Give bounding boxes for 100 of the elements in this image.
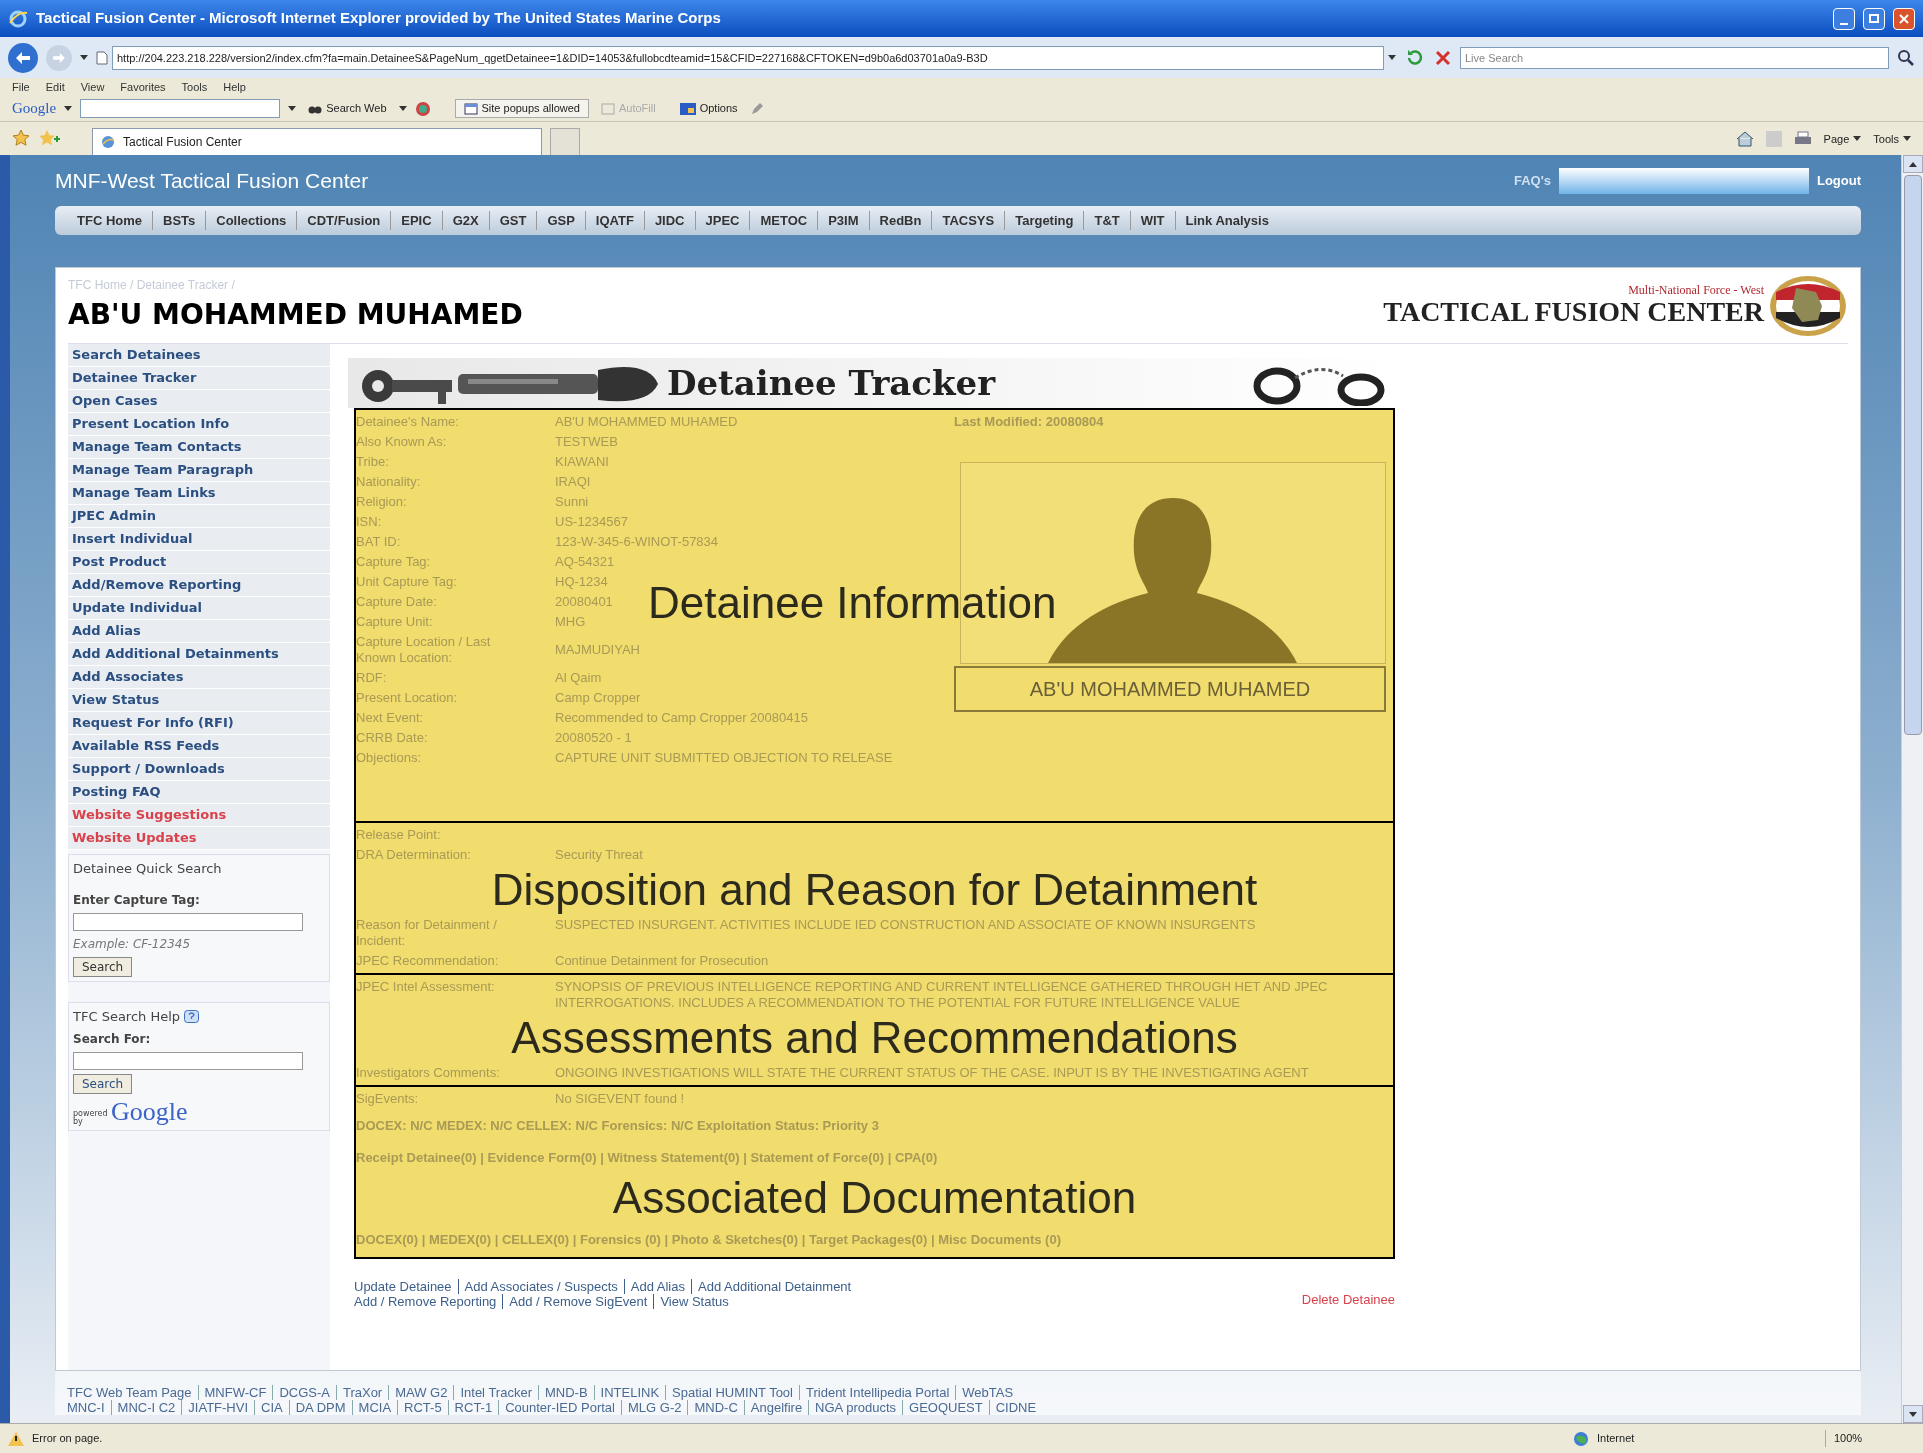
footer-link[interactable]: DCGS-A: [272, 1385, 336, 1400]
action-link[interactable]: View Status: [653, 1294, 735, 1309]
footer-link[interactable]: Intel Tracker: [453, 1385, 538, 1400]
search-button[interactable]: Search: [73, 956, 133, 977]
browser-tab[interactable]: Tactical Fusion Center: [92, 128, 542, 155]
footer-link[interactable]: GEOQUEST: [902, 1400, 989, 1415]
sidebar-item[interactable]: Add Alias: [68, 620, 330, 643]
footer-link[interactable]: DA DPM: [288, 1400, 352, 1415]
menu-item[interactable]: Edit: [45, 78, 65, 96]
sidebar-item[interactable]: Open Cases: [68, 390, 330, 413]
nav-link[interactable]: Targeting: [1004, 210, 1084, 231]
minimize-button[interactable]: [1833, 7, 1855, 30]
popup-blocker-button[interactable]: Site popups allowed: [454, 99, 589, 118]
nav-link[interactable]: METOC: [749, 210, 818, 231]
address-field[interactable]: http://204.223.218.228/version2/index.cfm?fa=main.DetaineeS&PageNum_qgetDetainee=1&DID=14053&fullobcdteamid=15&CFID=227168&CFTOKEN=d9b0a6d03701a0a9-B3D: [112, 45, 1384, 70]
footer-link[interactable]: TFC Web Team Page: [67, 1385, 198, 1400]
nav-link[interactable]: RedBn: [868, 210, 932, 231]
footer-link[interactable]: MNC-I: [67, 1400, 111, 1415]
zoom-level[interactable]: 100%: [1825, 1430, 1915, 1447]
home-icon[interactable]: [1735, 130, 1754, 147]
nav-link[interactable]: WIT: [1129, 210, 1175, 231]
footer-link[interactable]: TraXor: [335, 1385, 389, 1400]
sidebar-item[interactable]: Post Product: [68, 551, 330, 574]
sidebar-item[interactable]: Manage Team Paragraph: [68, 459, 330, 482]
footer-link[interactable]: RCT-5: [397, 1400, 448, 1415]
nav-link[interactable]: JPEC: [694, 210, 750, 231]
search-icon[interactable]: [1897, 48, 1915, 67]
sidebar-item[interactable]: Search Detainees: [68, 344, 330, 367]
warning-icon[interactable]: [8, 1431, 24, 1446]
sidebar-item[interactable]: Present Location Info: [68, 413, 330, 436]
nav-link[interactable]: T&T: [1083, 210, 1130, 231]
pencil-icon[interactable]: [749, 101, 764, 116]
menu-item[interactable]: Help: [223, 78, 246, 96]
nav-link[interactable]: Collections: [205, 210, 297, 231]
footer-link[interactable]: NGA products: [808, 1400, 903, 1415]
help-icon[interactable]: [184, 1009, 200, 1023]
footer-link[interactable]: CIDNE: [988, 1400, 1043, 1415]
sidebar-item[interactable]: Detainee Tracker: [68, 367, 330, 390]
search-button[interactable]: Search: [73, 1074, 133, 1094]
logout-link[interactable]: Logout: [1816, 170, 1861, 191]
stop-icon[interactable]: [1434, 48, 1452, 67]
sidebar-item[interactable]: JPEC Admin: [68, 505, 330, 528]
favorites-star-icon[interactable]: [12, 129, 30, 147]
sidebar-item[interactable]: Add Additional Detainments: [68, 643, 330, 666]
faq-search-field[interactable]: [1558, 167, 1809, 194]
nav-link[interactable]: Link Analysis: [1174, 210, 1279, 231]
action-link[interactable]: Add Alias: [623, 1279, 691, 1294]
nav-link[interactable]: P3IM: [817, 210, 869, 231]
nav-link[interactable]: TFC Home: [67, 210, 152, 231]
scrollbar[interactable]: [1901, 155, 1923, 1423]
nav-link[interactable]: TACSYS: [931, 210, 1005, 231]
sidebar-item[interactable]: Add/Remove Reporting: [68, 574, 330, 597]
action-link[interactable]: Update Detainee: [354, 1279, 458, 1294]
footer-link[interactable]: MNFW-CF: [197, 1385, 273, 1400]
action-link[interactable]: Add / Remove SigEvent: [502, 1294, 654, 1309]
footer-link[interactable]: Counter-IED Portal: [498, 1400, 621, 1415]
search-web-button[interactable]: Search Web: [304, 100, 391, 117]
nav-link[interactable]: GST: [488, 210, 537, 231]
add-favorite-icon[interactable]: [38, 129, 60, 147]
footer-link[interactable]: MLG G-2: [621, 1400, 688, 1415]
footer-link[interactable]: MCIA: [351, 1400, 398, 1415]
action-link[interactable]: Add / Remove Reporting: [354, 1294, 503, 1309]
maximize-button[interactable]: [1863, 7, 1885, 30]
caret-icon[interactable]: [398, 106, 407, 111]
sidebar-item[interactable]: Available RSS Feeds: [68, 735, 330, 758]
command-menu[interactable]: Tools: [1873, 130, 1911, 147]
nav-link[interactable]: EPIC: [390, 210, 442, 231]
footer-link[interactable]: MNC-I C2: [110, 1400, 182, 1415]
sidebar-item[interactable]: Request For Info (RFI): [68, 712, 330, 735]
caret-icon[interactable]: [288, 106, 297, 111]
sidebar-item[interactable]: Support / Downloads: [68, 758, 330, 781]
sidebar-item[interactable]: Website Suggestions: [68, 804, 330, 827]
caret-icon[interactable]: [64, 106, 73, 111]
sidebar-item[interactable]: Posting FAQ: [68, 781, 330, 804]
search-field[interactable]: Live Search: [1460, 46, 1889, 69]
footer-link[interactable]: WebTAS: [955, 1385, 1020, 1400]
footer-link[interactable]: JIATF-HVI: [181, 1400, 255, 1415]
nav-link[interactable]: BSTs: [152, 210, 206, 231]
options-button[interactable]: Options: [675, 100, 742, 117]
toolbar-logo[interactable]: Google: [12, 97, 57, 120]
nav-link[interactable]: GSP: [536, 210, 585, 231]
footer-link[interactable]: MND-C: [687, 1400, 744, 1415]
caret-icon[interactable]: [1903, 136, 1911, 142]
nav-link[interactable]: CDT/Fusion: [296, 210, 391, 231]
menu-item[interactable]: View: [80, 78, 105, 96]
delete-link[interactable]: Delete Detainee: [1301, 1289, 1395, 1309]
footer-link[interactable]: Angelfire: [743, 1400, 809, 1415]
scroll-down-icon[interactable]: [1908, 1411, 1917, 1417]
menu-item[interactable]: Tools: [181, 78, 208, 96]
footer-link[interactable]: Spatial HUMINT Tool: [665, 1385, 799, 1400]
caret-icon[interactable]: [1853, 136, 1862, 142]
action-link[interactable]: Add Associates / Suspects: [457, 1279, 624, 1294]
footer-link[interactable]: RCT-1: [447, 1400, 499, 1415]
menu-item[interactable]: Favorites: [120, 78, 166, 96]
footer-link[interactable]: Trident Intellipedia Portal: [799, 1385, 956, 1400]
nav-link[interactable]: JIDC: [643, 210, 695, 231]
footer-link[interactable]: CIA: [254, 1400, 289, 1415]
close-button[interactable]: [1893, 7, 1915, 30]
action-link[interactable]: Add Additional Detainment: [691, 1279, 858, 1294]
print-icon[interactable]: [1793, 130, 1812, 147]
